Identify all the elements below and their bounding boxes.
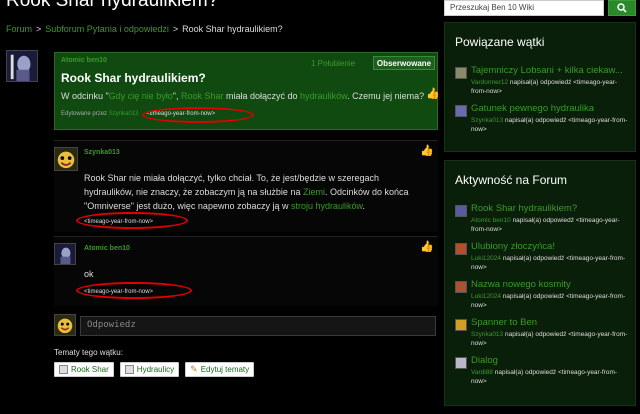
page-title: Rook Shar hydraulikiem?	[6, 0, 219, 11]
activity-heading: Aktywność na Forum	[455, 173, 568, 187]
tags-label: Tematy tego wątku:	[54, 348, 123, 357]
reply-input[interactable]: Odpowiedz	[80, 316, 436, 336]
reply-text-part: .	[362, 201, 366, 211]
post-text: W odcinku "	[61, 91, 109, 101]
breadcrumb-subforum-link[interactable]: Subforum Pytania i odpowiedzi	[45, 24, 169, 34]
annotation-circle	[76, 212, 188, 229]
thread-thumbnail	[455, 105, 467, 117]
search-button[interactable]	[608, 0, 636, 16]
activity-title-link[interactable]: Spanner to Ben	[471, 317, 631, 328]
related-meta: Vardonner12 napisał(a) odpowiedź <timeag…	[471, 78, 631, 96]
reply-text: ok	[84, 269, 94, 279]
related-action: napisał(a) odpowiedź	[504, 117, 567, 124]
follow-button[interactable]: Obserwowane	[373, 56, 435, 70]
breadcrumb-separator: >	[172, 24, 179, 34]
pencil-icon: ✎	[190, 364, 198, 374]
related-user-link[interactable]: Vardonner12	[471, 79, 508, 86]
tag-label: Rook Shar	[71, 365, 109, 374]
tag-icon	[59, 365, 68, 374]
thread-thumbnail	[455, 319, 467, 331]
avatar-atomic-icon	[7, 51, 37, 81]
plumbers-link[interactable]: hydraulików	[300, 91, 347, 101]
search-icon	[617, 3, 627, 13]
reply-author[interactable]: Szynka013	[84, 149, 120, 156]
related-title-link[interactable]: Gatunek pewnego hydraulika	[471, 103, 631, 114]
post-body: W odcinku "Gdy cię nie było", Rook Shar …	[61, 91, 424, 101]
tag-label: Hydraulicy	[136, 365, 175, 374]
reply-author[interactable]: Atomic ben10	[84, 245, 130, 252]
tag-icon	[124, 365, 134, 374]
follower-count[interactable]: 1 Połubienie	[311, 59, 355, 68]
tag-hydraulicy[interactable]: Hydraulicy	[119, 362, 180, 377]
like-icon[interactable]: 👍	[420, 241, 434, 253]
search-bar: Przeszukaj Ben 10 Wiki	[444, 0, 640, 18]
post-text: . Czemu jej niema?	[347, 91, 425, 101]
post-author[interactable]: Atomic ben10	[61, 57, 107, 64]
edit-tags-label: Edytuj tematy	[200, 365, 250, 374]
activity-user-link[interactable]: Atomic ben10	[471, 217, 511, 224]
related-title-link[interactable]: Tajemniczy Lobsani + kilka ciekaw...	[471, 65, 631, 76]
avatar-atomic-icon	[55, 244, 75, 264]
activity-user-link[interactable]: Luki12024	[471, 255, 501, 262]
edited-label: Edytowane przez	[61, 111, 108, 117]
activity-meta: Luki12024 napisał(a) odpowiedź <timeago-…	[471, 292, 631, 310]
thread-thumbnail	[455, 281, 467, 293]
breadcrumb-forum-link[interactable]: Forum	[6, 24, 32, 34]
plumber-suit-link[interactable]: stroju hydraulików	[291, 201, 363, 211]
annotation-circle	[76, 282, 192, 299]
related-user-link[interactable]: Szynka013	[471, 117, 503, 124]
annotation-circle	[142, 107, 254, 123]
breadcrumb-current: Rook Shar hydraulikiem?	[182, 24, 283, 34]
related-meta: Szynka013 napisał(a) odpowiedź <timeago-…	[471, 116, 631, 134]
activity-action: napisał(a) odpowiedź	[502, 293, 565, 300]
activity-action: napisał(a) odpowiedź	[494, 369, 557, 376]
edited-by-link[interactable]: Szynka013	[109, 111, 139, 117]
activity-action: napisał(a) odpowiedź	[502, 255, 565, 262]
like-icon[interactable]: 👍	[426, 88, 440, 100]
thread-thumbnail	[455, 357, 467, 369]
post-text: ",	[172, 91, 181, 101]
thread-thumbnail	[455, 243, 467, 255]
activity-title-link[interactable]: Dialog	[471, 355, 631, 366]
activity-meta: Szynka013 napisał(a) odpowiedź <timeago-…	[471, 330, 631, 348]
thread-thumbnail	[455, 205, 467, 217]
avatar	[54, 314, 76, 336]
earth-link[interactable]: Ziemi	[303, 187, 325, 197]
reply-text: Rook Shar nie miała dołączyć, tylko chci…	[84, 171, 424, 213]
avatar-szynka-icon	[55, 315, 75, 335]
rook-shar-link[interactable]: Rook Shar	[181, 91, 224, 101]
activity-user-link[interactable]: Szynka013	[471, 331, 503, 338]
activity-title-link[interactable]: Ulubiony złoczyńca!	[471, 241, 631, 252]
tag-rook-shar[interactable]: Rook Shar	[54, 362, 114, 377]
thread-title: Rook Shar hydraulikiem?	[61, 71, 206, 85]
activity-user-link[interactable]: Vardi88	[471, 369, 493, 376]
avatar[interactable]	[54, 243, 76, 265]
related-heading: Powiązane wątki	[455, 35, 545, 49]
activity-title-link[interactable]: Nazwa nowego kosmity	[471, 279, 631, 290]
tag-list: Rook Shar Hydraulicy ✎ Edytuj tematy	[54, 362, 255, 377]
like-icon[interactable]: 👍	[420, 145, 434, 157]
related-threads-widget: Powiązane wątki Tajemniczy Lobsani + kil…	[444, 22, 636, 152]
episode-link[interactable]: Gdy cię nie było	[109, 91, 173, 101]
edit-tags-button[interactable]: ✎ Edytuj tematy	[185, 362, 255, 377]
post-text: miała dołączyć do	[223, 91, 301, 101]
related-action: napisał(a) odpowiedź	[509, 79, 572, 86]
avatar[interactable]	[54, 147, 78, 171]
breadcrumb: Forum > Subforum Pytania i odpowiedzi > Rook…	[6, 24, 283, 34]
activity-title-link[interactable]: Rook Shar hydraulikiem?	[471, 203, 631, 214]
activity-meta: Vardi88 napisał(a) odpowiedź <timeago-ye…	[471, 368, 631, 386]
activity-meta: Luki12024 napisał(a) odpowiedź <timeago-…	[471, 254, 631, 272]
avatar-szynka-icon	[55, 148, 77, 170]
search-input[interactable]: Przeszukaj Ben 10 Wiki	[444, 0, 604, 16]
thread-thumbnail	[455, 67, 467, 79]
activity-meta: Atomic ben10 napisał(a) odpowiedź <timea…	[471, 216, 631, 234]
activity-action: napisał(a) odpowiedź	[512, 217, 574, 224]
avatar[interactable]	[6, 50, 38, 82]
forum-activity-widget: Aktywność na Forum Rook Shar hydraulikie…	[444, 160, 636, 406]
breadcrumb-separator: >	[36, 24, 42, 34]
activity-action: napisał(a) odpowiedź	[504, 331, 567, 338]
activity-user-link[interactable]: Luki12024	[471, 293, 501, 300]
